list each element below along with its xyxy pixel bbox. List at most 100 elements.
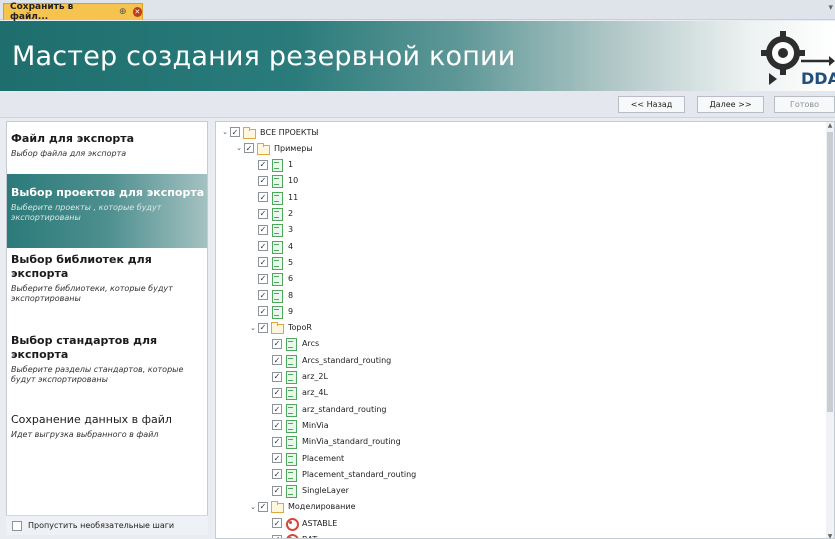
step-select-libraries[interactable]: Выбор библиотек для экспорта Выберите би…	[7, 253, 207, 304]
expand-chevron-icon[interactable]: ⌄	[234, 144, 244, 152]
step-select-projects[interactable]: Выбор проектов для экспорта Выберите про…	[7, 174, 207, 248]
tree-row[interactable]: ✓ BAT	[262, 532, 317, 538]
tree-row[interactable]: ✓ 2	[248, 206, 293, 222]
tree-checkbox[interactable]: ✓	[244, 143, 254, 154]
step-title: Файл для экспорта	[11, 132, 135, 145]
tree-checkbox[interactable]: ✓	[272, 355, 282, 366]
tree-row[interactable]: ✓ 10	[248, 173, 298, 189]
tree-checkbox[interactable]: ✓	[258, 241, 268, 252]
tree-checkbox[interactable]: ✓	[258, 501, 268, 512]
scrollbar-thumb[interactable]	[827, 132, 833, 412]
tree-checkbox[interactable]: ✓	[258, 290, 268, 300]
scroll-down-icon[interactable]: ▼	[826, 533, 834, 538]
project-icon	[271, 208, 283, 221]
tree-item-label: 1	[288, 160, 294, 170]
tree-row[interactable]: ✓ 9	[248, 303, 293, 319]
logo-text: DDA	[801, 69, 835, 87]
tree-checkbox[interactable]: ✓	[258, 273, 268, 284]
back-button[interactable]: << Назад	[618, 96, 685, 113]
step-export-file[interactable]: Файл для экспорта Выбор файла для экспор…	[7, 132, 207, 159]
tree-row[interactable]: ✓ arz_2L	[262, 369, 328, 385]
tree-checkbox[interactable]: ✓	[272, 338, 282, 349]
tree-row[interactable]: ✓ arz_4L	[262, 385, 328, 401]
tree-row[interactable]: ✓ arz_standard_routing	[262, 401, 386, 417]
skip-optional-steps-checkbox[interactable]	[12, 520, 22, 531]
project-icon	[285, 354, 297, 368]
project-icon	[271, 240, 283, 254]
tree-row[interactable]: ✓ 4	[248, 238, 293, 254]
tree-row[interactable]: ✓ ASTABLE	[262, 515, 337, 531]
tree-item-label: Примеры	[274, 143, 313, 153]
next-button[interactable]: Далее >>	[697, 96, 764, 113]
tree-checkbox[interactable]: ✓	[272, 453, 282, 463]
simulation-icon	[285, 517, 299, 531]
tree-row[interactable]: ✓ 3	[248, 222, 293, 238]
step-description: Выберите разделы стандартов, которые буд…	[11, 365, 184, 384]
tree-row[interactable]: ✓ MinVia_standard_routing	[262, 434, 401, 450]
tree-checkbox[interactable]: ✓	[258, 175, 268, 186]
tree-checkbox[interactable]: ✓	[272, 420, 282, 431]
tree-item-label: Placement	[302, 453, 345, 463]
tree-checkbox[interactable]: ✓	[272, 469, 282, 480]
tree-checkbox[interactable]: ✓	[230, 127, 240, 137]
tree-item-label: TopoR	[288, 323, 312, 333]
tree-row[interactable]: ✓ Placement	[262, 450, 344, 466]
tab-save-to-file[interactable]: Сохранить в файл... ⊕ ✕	[3, 2, 143, 22]
tree-item-label: SingleLayer	[302, 486, 349, 496]
expand-chevron-icon[interactable]: ⌄	[220, 128, 230, 136]
tree-row[interactable]: ⌄ ✓ TopoR	[248, 320, 312, 336]
tab-menu-icon[interactable]: ▾	[828, 3, 833, 13]
step-select-standards[interactable]: Выбор стандартов для экспорта Выберите р…	[7, 334, 207, 385]
tree-scrollbar[interactable]: ▲ ▼	[826, 122, 834, 538]
tree-item-label: 9	[288, 306, 294, 316]
tree-checkbox[interactable]: ✓	[258, 159, 268, 170]
finish-button[interactable]: Готово	[774, 96, 835, 113]
tree-checkbox[interactable]: ✓	[272, 436, 282, 447]
tree-checkbox[interactable]: ✓	[258, 322, 268, 333]
tree-row[interactable]: ⌄ ✓ Моделирование	[248, 499, 356, 515]
tree-checkbox[interactable]: ✓	[258, 257, 268, 268]
tree-row[interactable]: ✓ 11	[248, 189, 298, 205]
tree-row[interactable]: ✓ 6	[248, 271, 293, 287]
tree-row[interactable]: ✓ MinVia	[262, 417, 329, 433]
close-icon[interactable]: ✕	[132, 7, 142, 17]
tree-checkbox[interactable]: ✓	[272, 518, 282, 529]
tree-checkbox[interactable]: ✓	[258, 208, 268, 219]
tree-item-label: Моделирование	[288, 502, 356, 512]
project-icon	[271, 289, 283, 303]
project-icon	[285, 419, 297, 433]
scroll-up-icon[interactable]: ▲	[826, 122, 834, 129]
tree-item-label: 10	[288, 176, 299, 186]
tree-row[interactable]: ✓ SingleLayer	[262, 483, 349, 499]
project-icon	[285, 338, 297, 352]
folder-icon	[243, 126, 256, 139]
tree-checkbox[interactable]: ✓	[258, 306, 268, 317]
tree-row[interactable]: ✓ 1	[248, 157, 293, 173]
project-icon	[271, 305, 283, 319]
tree-checkbox[interactable]: ✓	[272, 485, 282, 496]
wizard-nav-strip: << Назад Далее >> Готово	[0, 91, 835, 118]
tree-row[interactable]: ✓ 8	[248, 287, 293, 303]
step-save-data[interactable]: Сохранение данных в файл Идет выгрузка в…	[7, 413, 207, 440]
tree-item-label: 11	[288, 192, 299, 202]
tree-checkbox[interactable]: ✓	[272, 387, 282, 398]
tree-row[interactable]: ⌄ ✓ Примеры	[234, 140, 313, 156]
step-title: Выбор проектов для экспорта	[11, 186, 205, 199]
tree-checkbox[interactable]: ✓	[272, 534, 282, 538]
tree-row[interactable]: ✓ Placement_standard_routing	[262, 466, 416, 482]
skip-optional-steps-row[interactable]: Пропустить необязательные шаги	[6, 515, 208, 535]
tree-item-label: ASTABLE	[302, 518, 338, 528]
tree-item-label: 8	[288, 290, 294, 300]
tree-item-label: arz_4L	[302, 388, 328, 398]
pin-icon[interactable]: ⊕	[119, 7, 127, 17]
tree-checkbox[interactable]: ✓	[258, 224, 268, 235]
tree-row[interactable]: ✓ Arcs_standard_routing	[262, 352, 391, 368]
tree-checkbox[interactable]: ✓	[272, 404, 282, 415]
tree-row[interactable]: ✓ 5	[248, 254, 293, 270]
tree-row[interactable]: ✓ Arcs	[262, 336, 319, 352]
expand-chevron-icon[interactable]: ⌄	[248, 324, 258, 332]
tree-checkbox[interactable]: ✓	[272, 371, 282, 382]
tree-checkbox[interactable]: ✓	[258, 192, 268, 203]
tree-row[interactable]: ⌄ ✓ ВСЕ ПРОЕКТЫ	[220, 124, 319, 140]
expand-chevron-icon[interactable]: ⌄	[248, 503, 258, 511]
